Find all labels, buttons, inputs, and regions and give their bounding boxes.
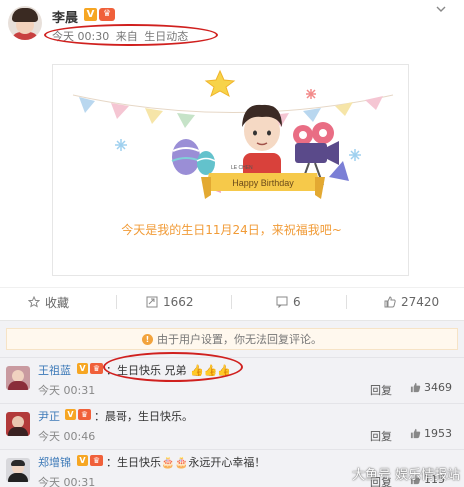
repost-button[interactable]: 1662: [146, 293, 194, 311]
comment-icon: [276, 296, 288, 308]
like-icon: [384, 296, 396, 308]
comment-item: 尹正 V ♛ ：晨哥，生日快乐。 今天 00:46 回复 1953: [0, 403, 464, 449]
like-button[interactable]: 27420: [384, 293, 439, 311]
comment-item: 王祖蓝 V ♛ ：生日快乐 兄弟 👍👍👍 今天 00:31 回复 3469: [0, 352, 464, 403]
more-icon[interactable]: [436, 4, 446, 14]
commenter-avatar[interactable]: [6, 412, 30, 436]
comment-like-count: 3469: [424, 381, 452, 394]
comment-like-button[interactable]: 3469: [410, 381, 452, 394]
like-icon: [410, 428, 421, 439]
post-actions: 收藏 1662 6 27420: [0, 287, 464, 313]
commenter-avatar[interactable]: [6, 458, 30, 482]
favorite-label: 收藏: [45, 295, 70, 310]
comment-time: 今天 00:31: [38, 476, 96, 487]
comment-count: 6: [293, 295, 301, 309]
author-name[interactable]: 李晨: [52, 7, 78, 26]
verified-badge-icon: V: [77, 363, 88, 374]
verified-badge-icon: V: [77, 455, 88, 466]
reply-button[interactable]: 回复: [370, 382, 392, 398]
commenter-badges: V ♛: [77, 455, 103, 466]
card-text: 今天是我的生日11月24日，来祝福我吧~: [121, 223, 342, 237]
reply-button[interactable]: 回复: [370, 428, 392, 444]
vip-crown-icon: ♛: [99, 8, 115, 21]
verified-badge-icon: V: [65, 409, 76, 420]
favorite-button[interactable]: 收藏: [28, 293, 69, 311]
comment-time: 今天 00:46: [38, 430, 96, 443]
vip-crown-icon: ♛: [78, 409, 91, 420]
comments-section: ! 由于用户设置，你无法回复评论。 王祖蓝 V ♛ ：生日快乐 兄弟 👍👍👍 今…: [0, 320, 464, 487]
divider: [231, 295, 232, 309]
comment-like-count: 1953: [424, 427, 452, 440]
verified-badge-icon: V: [84, 8, 97, 21]
info-icon: !: [142, 333, 153, 345]
comment-button[interactable]: 6: [276, 293, 301, 311]
cartoon-character: [242, 104, 282, 183]
comment-text: ：生日快乐🎂🎂永远开心幸福！: [106, 456, 266, 469]
banner-text: Happy Birthday: [232, 178, 294, 188]
comment-time: 今天 00:31: [38, 384, 96, 397]
signature-text: LE CHEN: [231, 165, 253, 171]
reply-restriction-notice: ! 由于用户设置，你无法回复评论。: [6, 328, 458, 350]
repost-count: 1662: [163, 295, 194, 309]
divider: [346, 295, 347, 309]
notice-text: 由于用户设置，你无法回复评论。: [157, 333, 322, 346]
commenter-name[interactable]: 郑增锦: [38, 454, 71, 470]
watermark: 大鱼号 娱乐情报站: [352, 468, 461, 483]
commenter-badges: V ♛: [77, 363, 103, 374]
comment-text: ：晨哥，生日快乐。: [94, 410, 193, 423]
vip-crown-icon: ♛: [90, 363, 103, 374]
commenter-name[interactable]: 王祖蓝: [38, 362, 71, 378]
comment-like-button[interactable]: 1953: [410, 427, 452, 440]
like-count: 27420: [401, 295, 440, 309]
birthday-card[interactable]: LE CHEN Happy Birthday 今天是我的生日11月24日，来祝福…: [52, 64, 409, 276]
post-header: 李晨 V ♛ 今天 00:30 来自 生日动态: [0, 0, 464, 52]
star-decoration-icon: [204, 69, 236, 98]
author-avatar[interactable]: [8, 6, 42, 40]
commenter-name[interactable]: 尹正: [38, 408, 60, 424]
birthday-illustration: LE CHEN Happy Birthday: [72, 69, 394, 199]
star-icon: [28, 296, 40, 308]
commenter-avatar[interactable]: [6, 366, 30, 390]
highlight-oval: [103, 352, 243, 382]
commenter-badges: V ♛: [65, 409, 91, 420]
repost-icon: [146, 296, 158, 308]
vip-crown-icon: ♛: [90, 455, 103, 466]
cake-icon: 🎂🎂: [161, 456, 189, 469]
like-icon: [410, 382, 421, 393]
highlight-oval: [44, 24, 218, 46]
divider: [116, 295, 117, 309]
